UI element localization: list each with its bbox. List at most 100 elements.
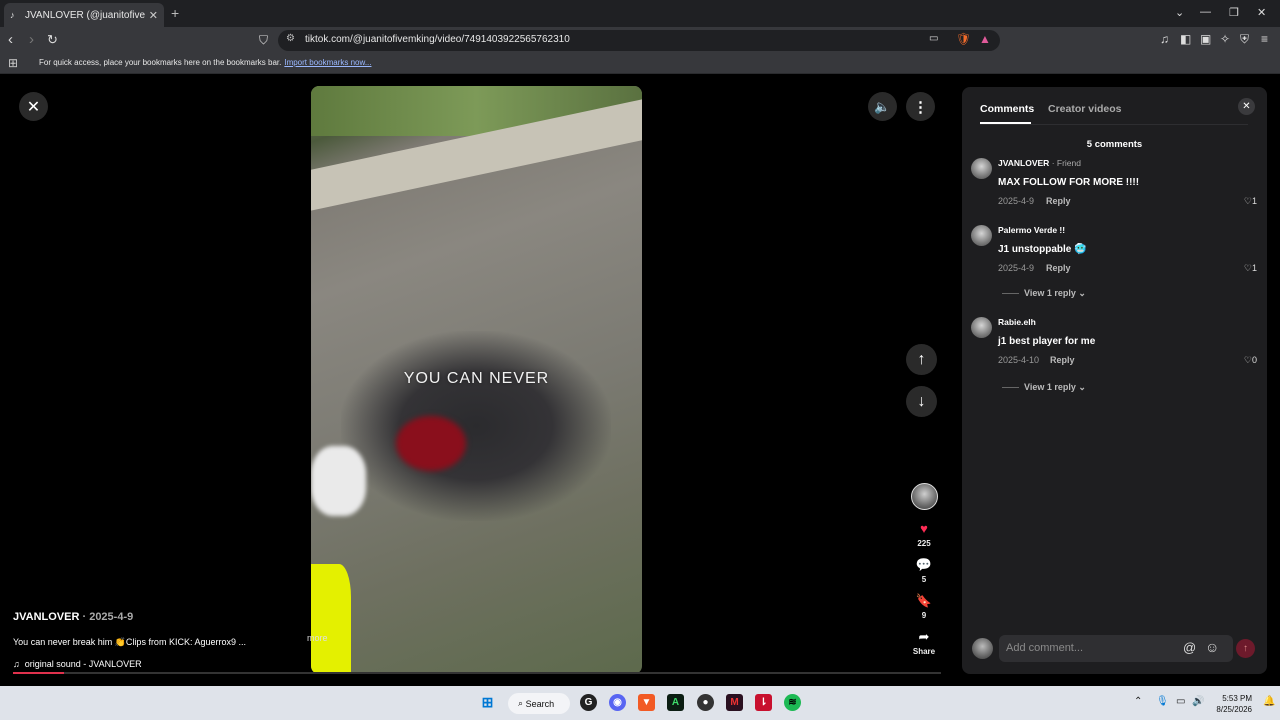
post-comment-button[interactable]: ↑: [1236, 639, 1255, 658]
comment-like-count: 1: [1251, 263, 1257, 273]
video-player[interactable]: YOU CAN NEVER: [311, 86, 642, 674]
comment-input[interactable]: Add comment... @ ☺: [999, 635, 1233, 662]
creator-avatar[interactable]: [910, 483, 938, 510]
video-progress-fill: [13, 672, 65, 674]
share-arrow-icon: ➦: [918, 629, 930, 644]
view-replies-button[interactable]: View 1 reply ⌄: [1002, 288, 1086, 299]
brave-browser-icon[interactable]: ▼: [638, 694, 655, 711]
like-action[interactable]: ♥ 225: [905, 521, 943, 549]
tray-chevron-up-icon[interactable]: ⌃: [1134, 696, 1142, 707]
tab-search-chevron-icon[interactable]: ⌄: [1175, 6, 1184, 19]
app-g-icon[interactable]: G: [580, 694, 597, 711]
commenter-avatar[interactable]: [971, 158, 992, 179]
github-icon[interactable]: ●: [697, 694, 714, 711]
discord-icon[interactable]: ◉: [609, 694, 626, 711]
browser-tab[interactable]: ♪ JVANLOVER (@juanitofivemking ✕: [4, 3, 164, 27]
sound-link[interactable]: ♫ original sound - JVANLOVER: [13, 659, 333, 669]
comment-action[interactable]: 💬 5: [905, 557, 943, 585]
network-icon[interactable]: ▭: [1176, 696, 1185, 707]
reply-button[interactable]: Reply: [1046, 263, 1071, 273]
reload-icon[interactable]: ↻: [47, 31, 58, 49]
vpn-icon[interactable]: ⛨: [1240, 32, 1249, 47]
commenter-avatar[interactable]: [971, 317, 992, 338]
panel-close-button[interactable]: ✕: [1238, 98, 1255, 115]
clock[interactable]: 5:53 PM 8/25/2026: [1212, 693, 1252, 715]
like-count: 225: [917, 539, 931, 548]
view-replies-button[interactable]: View 1 reply ⌄: [1002, 382, 1086, 393]
maximize-icon[interactable]: ❐: [1229, 6, 1239, 19]
arrow-up-icon: ↑: [1243, 643, 1248, 654]
author-name[interactable]: JVANLOVER: [13, 611, 79, 623]
app-a-icon[interactable]: A: [667, 694, 684, 711]
comment-like-count: 1: [1251, 196, 1257, 206]
volume-button[interactable]: 🔈: [868, 92, 897, 121]
window-close-icon[interactable]: ✕: [1257, 6, 1266, 19]
more-link[interactable]: more: [307, 633, 328, 643]
minimize-icon[interactable]: —: [1200, 6, 1211, 18]
reply-button[interactable]: Reply: [1046, 196, 1071, 206]
previous-video-button[interactable]: ↑: [906, 344, 937, 375]
comment-bubble-icon: 💬: [915, 557, 933, 572]
video-actions: ♥ 225 💬 5 🔖 9 ➦ Share: [905, 483, 943, 656]
bookmark-icon[interactable]: ⛉: [259, 31, 268, 49]
app-red-icon[interactable]: ⇂: [755, 694, 772, 711]
brave-shield-icon[interactable]: 🛡: [956, 32, 971, 46]
video-progress-bar[interactable]: [13, 672, 941, 674]
more-options-button[interactable]: ⋮: [906, 92, 935, 121]
tab-comments[interactable]: Comments: [980, 103, 1034, 115]
address-bar[interactable]: ⚙ tiktok.com/@juanitofivemking/video/749…: [278, 30, 1000, 51]
spotify-icon[interactable]: ≋: [784, 694, 801, 711]
volume-icon[interactable]: 🔊: [1192, 696, 1204, 707]
share-label: Share: [912, 647, 936, 656]
mention-icon[interactable]: @: [1183, 640, 1196, 655]
close-video-button[interactable]: ✕: [19, 92, 48, 121]
emoji-icon[interactable]: ☺: [1205, 639, 1219, 655]
commenter-name[interactable]: JVANLOVER · Friend: [998, 158, 1081, 168]
tab-creator-videos[interactable]: Creator videos: [1048, 103, 1122, 115]
taskbar-search[interactable]: ⌕ Search: [508, 693, 570, 714]
close-icon: ✕: [1242, 101, 1251, 112]
forward-icon[interactable]: ›: [29, 31, 34, 49]
new-tab-icon[interactable]: +: [171, 5, 179, 21]
close-icon: ✕: [26, 98, 41, 116]
cast-icon[interactable]: ▭: [929, 33, 938, 44]
commenter-avatar[interactable]: [971, 225, 992, 246]
tab-close-icon[interactable]: ✕: [149, 9, 158, 22]
reply-button[interactable]: Reply: [1050, 355, 1075, 365]
current-user-avatar: [972, 638, 993, 659]
tab-divider: [980, 124, 1248, 125]
reply-divider-line: [1002, 293, 1019, 295]
microphone-icon[interactable]: 🎙: [1156, 696, 1169, 707]
import-bookmarks-link[interactable]: Import bookmarks now...: [284, 58, 371, 67]
comment-like[interactable]: ♡0: [1244, 355, 1257, 366]
arrow-up-icon: ↑: [917, 350, 926, 368]
comment-like[interactable]: ♡1: [1244, 263, 1257, 274]
app-m-icon[interactable]: M: [726, 694, 743, 711]
leo-ai-icon[interactable]: ✧: [1220, 32, 1230, 46]
comment-text: J1 unstoppable 🥶: [998, 244, 1087, 255]
comment-like-count: 0: [1251, 355, 1257, 365]
apps-grid-icon[interactable]: ⊞: [8, 56, 18, 70]
windows-start-icon[interactable]: ⊞: [479, 694, 496, 711]
post-date: · 2025-4-9: [79, 611, 134, 623]
commenter-name[interactable]: Palermo Verde !!: [998, 225, 1065, 235]
video-frame-person: [341, 331, 611, 521]
notifications-icon[interactable]: 🔔: [1263, 696, 1275, 707]
comment-like[interactable]: ♡1: [1244, 196, 1257, 207]
comment-text: MAX FOLLOW FOR MORE !!!!: [998, 177, 1140, 188]
media-icon[interactable]: ♫: [1160, 32, 1169, 46]
next-video-button[interactable]: ↓: [906, 386, 937, 417]
commenter-name[interactable]: Rabie.elh: [998, 317, 1036, 327]
heart-icon: ♥: [920, 521, 928, 536]
menu-icon[interactable]: ≡: [1261, 32, 1268, 46]
site-info-icon[interactable]: ⚙: [286, 33, 295, 44]
share-action[interactable]: ➦ Share: [905, 629, 943, 657]
wallet-icon[interactable]: ▣: [1200, 32, 1211, 46]
comment-placeholder: Add comment...: [1006, 642, 1084, 654]
brave-rewards-icon[interactable]: ▲: [979, 32, 991, 46]
heart-outline-icon: ♡: [1243, 355, 1252, 365]
save-action[interactable]: 🔖 9: [905, 594, 943, 621]
comments-panel: Comments Creator videos ✕ 5 comments JVA…: [962, 87, 1267, 674]
sidebar-icon[interactable]: ◧: [1180, 32, 1191, 46]
back-icon[interactable]: ‹: [8, 31, 13, 49]
